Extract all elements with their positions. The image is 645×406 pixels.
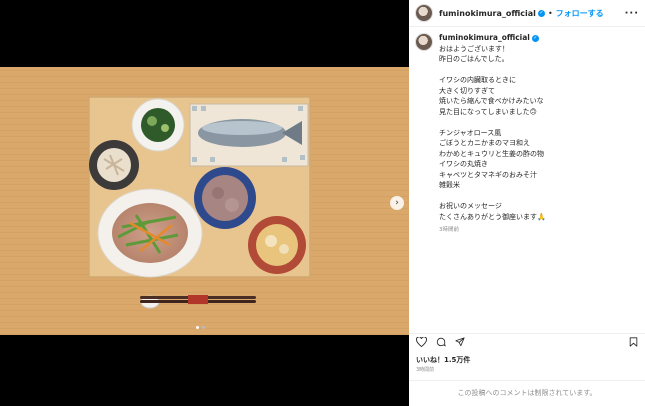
caption-verified-badge-icon: ✓: [531, 34, 539, 42]
more-options-icon[interactable]: ···: [625, 8, 639, 19]
follow-button[interactable]: フォローする: [556, 8, 604, 19]
likes-count[interactable]: いいね！1.5万件: [416, 355, 470, 365]
caption-line: わかめとキュウリと生姜の酢の物: [439, 149, 544, 158]
caption-timestamp: 3時間前: [439, 227, 459, 233]
caption-line: [439, 191, 637, 202]
like-icon[interactable]: [416, 336, 427, 347]
slide-indicator: [196, 326, 205, 329]
post-photo: [0, 67, 409, 335]
caption-username[interactable]: fuminokimura_official ✓: [439, 33, 637, 44]
caption: fuminokimura_official ✓ おはようございます！ 昨日のごはん…: [415, 33, 637, 236]
slide-dot-active: [196, 326, 199, 329]
bookmark-icon[interactable]: [629, 336, 638, 347]
caption-line: キャベツとタマネギのおみそ汁: [439, 170, 537, 179]
separator-dot: •: [547, 8, 553, 18]
action-bar: [409, 333, 645, 349]
post-side-panel: fuminokimura_official ✓ • フォローする ··· fumi…: [409, 0, 645, 406]
post-header: fuminokimura_official ✓ • フォローする ···: [409, 0, 645, 27]
comments-restricted-notice: この投稿へのコメントは制限されています。: [409, 380, 645, 406]
caption-avatar[interactable]: [415, 33, 433, 51]
post-date[interactable]: 3時間前: [416, 366, 434, 373]
caption-line: イワシの内臓取るときに: [439, 76, 516, 84]
caption-line: [439, 117, 637, 128]
caption-line: イワシの丸焼き: [439, 160, 488, 168]
verified-badge-icon: ✓: [537, 9, 545, 17]
slide-dot: [202, 326, 205, 329]
caption-line: 大きく切りすぎて: [439, 86, 495, 95]
caption-line: 見た目になってしまいました🙃: [439, 107, 537, 116]
share-icon[interactable]: [455, 336, 465, 347]
caption-line: お祝いのメッセージ: [439, 202, 502, 210]
comment-icon[interactable]: [436, 337, 446, 347]
caption-line: たくさんありがとう御座います🙏: [439, 212, 546, 221]
caption-line: 雑穀米: [439, 181, 460, 189]
caption-line: チンジャオロース風: [439, 128, 502, 137]
next-slide-button[interactable]: ›: [390, 196, 404, 210]
caption-line: おはようございます！: [439, 44, 509, 53]
caption-line: [439, 65, 637, 76]
post-media: ›: [0, 0, 409, 406]
username-link[interactable]: fuminokimura_official ✓: [439, 9, 545, 18]
caption-line: 昨日のごはんでした。: [439, 55, 509, 63]
caption-line: 焼いたら縮んで食べかけみたいな: [439, 97, 544, 105]
avatar[interactable]: [415, 4, 433, 22]
caption-line: ごぼうとカニかまのマヨ和え: [439, 139, 530, 147]
